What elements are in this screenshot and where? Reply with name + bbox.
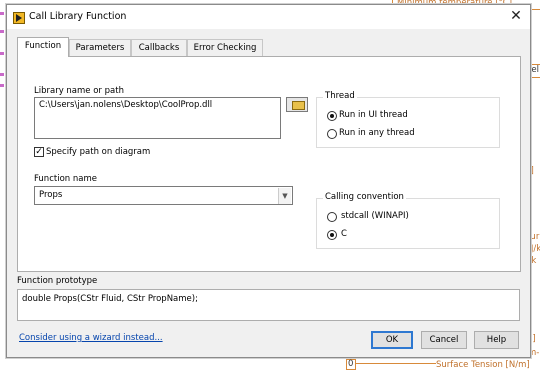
run-in-any-thread-label: Run in any thread: [339, 128, 415, 138]
dialog-title: Call Library Function: [29, 11, 127, 22]
wire: [0, 84, 4, 87]
radio-c[interactable]: [327, 230, 337, 240]
radio-stdcall[interactable]: [327, 212, 337, 222]
close-icon[interactable]: ✕: [508, 8, 524, 24]
function-prototype-label: Function prototype: [17, 276, 98, 286]
wizard-link[interactable]: Consider using a wizard instead...: [19, 333, 163, 343]
function-prototype-box: double Props(CStr Fluid, CStr PropName);: [17, 289, 520, 321]
wire: [356, 363, 436, 364]
library-path-input[interactable]: C:\Users\jan.nolens\Desktop\CoolProp.dll: [34, 97, 281, 139]
chevron-down-icon[interactable]: ▼: [278, 188, 291, 204]
title-bar[interactable]: Call Library Function ✕: [7, 5, 530, 29]
function-tab-panel: Library name or path C:\Users\jan.nolens…: [17, 56, 521, 272]
stdcall-label: stdcall (WINAPI): [341, 211, 409, 221]
library-path-label: Library name or path: [34, 86, 124, 96]
function-name-combo[interactable]: Props ▼: [34, 186, 293, 205]
tab-error-checking[interactable]: Error Checking: [187, 39, 263, 56]
wire: [0, 73, 4, 76]
call-library-function-dialog: Call Library Function ✕ Function Paramet…: [6, 4, 531, 358]
function-name-value: Props: [39, 190, 63, 200]
specify-path-label: Specify path on diagram: [46, 147, 151, 157]
ok-button[interactable]: OK: [371, 331, 413, 349]
calling-convention-title: Calling convention: [323, 192, 406, 202]
thread-group-title: Thread: [323, 91, 357, 101]
wire: [0, 30, 4, 33]
bg-box: 0: [346, 359, 356, 370]
run-in-ui-thread-label: Run in UI thread: [339, 110, 408, 120]
specify-path-checkbox[interactable]: ✓: [34, 147, 44, 157]
function-name-label: Function name: [34, 174, 97, 184]
browse-button[interactable]: [286, 97, 308, 112]
tab-callbacks[interactable]: Callbacks: [131, 39, 187, 56]
labview-icon: [13, 12, 25, 24]
radio-run-in-ui-thread[interactable]: [327, 111, 337, 121]
radio-run-in-any-thread[interactable]: [327, 129, 337, 139]
tab-function[interactable]: Function: [17, 37, 69, 57]
bg-label: 0: [348, 359, 354, 369]
cancel-button[interactable]: Cancel: [421, 331, 467, 349]
help-button[interactable]: Help: [474, 331, 519, 349]
thread-group: Thread Run in UI thread Run in any threa…: [316, 91, 500, 148]
folder-icon: [292, 101, 305, 110]
wire: [0, 52, 4, 55]
wire: [0, 12, 4, 15]
tab-parameters[interactable]: Parameters: [69, 39, 131, 56]
c-label: C: [341, 229, 347, 239]
calling-convention-group: Calling convention stdcall (WINAPI) C: [316, 192, 500, 249]
